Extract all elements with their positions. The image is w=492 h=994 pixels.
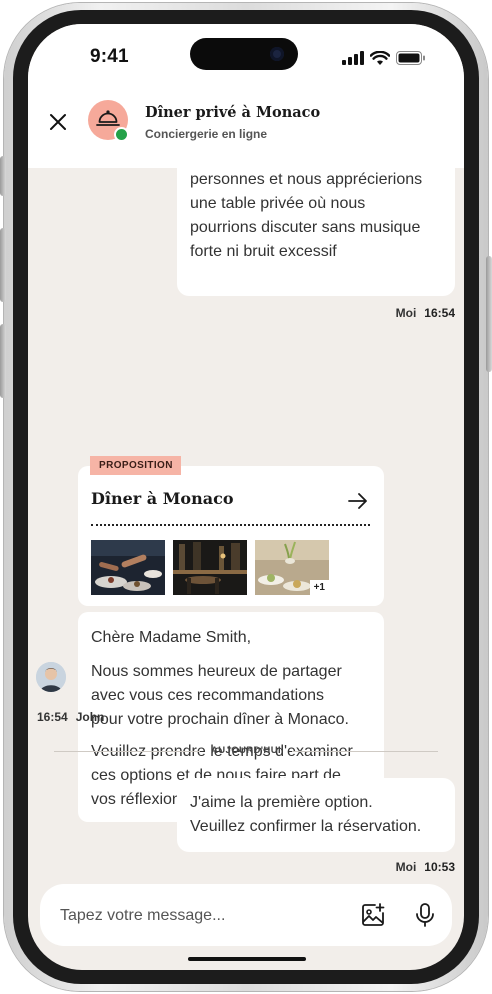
proposal-tag: PROPOSITION	[90, 456, 181, 475]
message-line: Nous sommes heureux de partager	[91, 663, 342, 680]
message-line: pour votre prochain dîner à Monaco.	[91, 711, 349, 728]
home-indicator[interactable]	[188, 957, 306, 961]
message-list[interactable]: personnes et nous apprécierions une tabl…	[28, 168, 464, 884]
message-line: pourrions discuter sans musique	[190, 219, 421, 236]
dining-room-photo-icon	[173, 540, 247, 595]
close-icon	[50, 114, 66, 130]
message-line: avec vous ces recommandations	[91, 687, 324, 704]
message-bubble-outgoing: personnes et nous apprécierions une tabl…	[177, 168, 455, 296]
photo-thumbnail[interactable]	[91, 540, 165, 595]
power-button	[486, 256, 492, 372]
message-time: 10:53	[424, 860, 455, 874]
message-greeting: Chère Madame Smith,	[91, 629, 252, 646]
divider-dotted	[91, 524, 370, 526]
action-button	[0, 156, 6, 196]
message-bubble-outgoing: J'aime la première option. Veuillez conf…	[177, 778, 455, 852]
screen: 9:41 Dîner privé à Monaco Conciergerie e…	[28, 24, 464, 970]
wifi-icon	[370, 50, 390, 65]
chat-title: Dîner privé à Monaco	[145, 104, 321, 121]
message-sender: Moi	[395, 860, 417, 874]
proposal-card[interactable]: Dîner à Monaco +1	[78, 466, 384, 606]
chat-header: Dîner privé à Monaco Conciergerie en lig…	[28, 90, 464, 168]
signal-icon	[342, 51, 364, 65]
arrow-right-icon	[348, 493, 367, 509]
add-photo-icon	[362, 903, 385, 926]
voice-message-button[interactable]	[412, 902, 438, 928]
message-time: 16:54	[37, 710, 68, 724]
status-bar: 9:41	[28, 24, 464, 90]
online-status-dot	[114, 127, 129, 142]
message-composer	[40, 884, 452, 946]
message-time: 16:54	[424, 306, 455, 320]
close-button[interactable]	[46, 110, 70, 134]
message-meta: 16:54 John	[37, 710, 104, 724]
photo-thumbnail[interactable]	[173, 540, 247, 595]
message-sender: Moi	[395, 306, 417, 320]
date-divider: AUJOURD'HUI	[54, 745, 438, 757]
person-avatar-icon	[36, 662, 66, 692]
message-line: Veuillez confirmer la réservation.	[190, 818, 422, 835]
dynamic-island	[190, 38, 298, 70]
avatar[interactable]	[36, 662, 66, 692]
message-meta: Moi 10:53	[396, 860, 455, 874]
status-icons	[342, 50, 426, 66]
message-line: une table privée où nous	[190, 195, 366, 212]
message-sender: John	[75, 710, 105, 724]
divider-line	[292, 751, 438, 752]
message-line: personnes et nous apprécierions	[190, 171, 423, 188]
restaurant-photo-icon	[91, 540, 165, 595]
photo-thumbnail[interactable]: +1	[255, 540, 329, 595]
chat-subtitle: Conciergerie en ligne	[145, 127, 268, 141]
message-line: forte ni bruit excessif	[190, 243, 337, 260]
more-photos-badge: +1	[309, 580, 329, 595]
message-line: J'aime la première option.	[190, 794, 373, 811]
proposal-title: Dîner à Monaco	[91, 489, 234, 508]
message-meta: Moi 16:54	[396, 306, 455, 320]
message-input[interactable]	[58, 903, 332, 929]
add-photo-button[interactable]	[360, 902, 386, 928]
microphone-icon	[416, 903, 434, 927]
volume-down-button	[0, 324, 6, 398]
volume-up-button	[0, 228, 6, 302]
status-time: 9:41	[90, 46, 129, 67]
open-proposal-button[interactable]	[347, 490, 369, 512]
camera-icon	[270, 47, 284, 61]
battery-icon	[396, 51, 425, 65]
